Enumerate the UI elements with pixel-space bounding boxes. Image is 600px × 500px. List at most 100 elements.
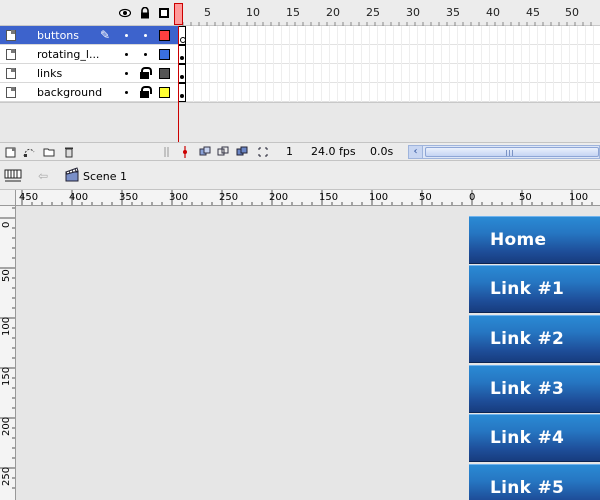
layer-color-swatch[interactable] xyxy=(159,87,170,98)
frame-cells[interactable] xyxy=(178,45,600,64)
layer-row-rotating[interactable]: rotating_l... xyxy=(0,45,178,64)
frame-number: 45 xyxy=(526,6,540,19)
onion-skin-icon[interactable] xyxy=(199,146,211,158)
layer-name: rotating_l... xyxy=(37,48,100,61)
horizontal-ruler-ticks xyxy=(21,190,593,205)
keyframe[interactable] xyxy=(178,83,186,102)
scene-name[interactable]: Scene 1 xyxy=(83,170,127,183)
ruler-label: 250 xyxy=(219,192,239,203)
nav-button-link-4[interactable]: Link #4 xyxy=(469,414,600,462)
ruler-label: 350 xyxy=(119,192,139,203)
frame-cells[interactable] xyxy=(178,64,600,83)
frame-number: 20 xyxy=(326,6,340,19)
outline-icon[interactable] xyxy=(158,7,170,19)
nav-button-link-3[interactable]: Link #3 xyxy=(469,365,600,413)
horizontal-ruler[interactable]: 450 400 350 300 250 200 150 100 50 0 50 … xyxy=(16,190,600,206)
layer-icon xyxy=(5,67,17,79)
insert-layer-icon[interactable] xyxy=(5,146,17,158)
ruler-label: 100 xyxy=(369,192,389,203)
frame-number: 5 xyxy=(204,6,211,19)
motion-guide-icon[interactable] xyxy=(23,146,35,158)
ruler-label: 50 xyxy=(419,192,432,203)
nav-button-link-5[interactable]: Link #5 xyxy=(469,464,600,500)
scene-clapper-icon xyxy=(65,167,79,182)
timeline-toggle-icon[interactable] xyxy=(4,167,22,183)
nav-button-label: Link #1 xyxy=(490,279,565,299)
vertical-ruler[interactable]: 0 50 100 150 200 250 xyxy=(0,206,16,500)
nav-button-label: Link #3 xyxy=(490,379,565,399)
layer-row-buttons[interactable]: buttons ✎ xyxy=(0,26,178,45)
lock-icon[interactable] xyxy=(140,86,152,98)
timeline-footer: 1 24.0 fps 0.0s ‹ xyxy=(0,142,600,160)
layer-row-links[interactable]: links xyxy=(0,64,178,83)
playhead[interactable] xyxy=(174,3,183,25)
frame-number: 10 xyxy=(246,6,260,19)
visibility-dot[interactable] xyxy=(125,34,128,37)
delete-layer-icon[interactable] xyxy=(63,146,75,158)
frame-row[interactable] xyxy=(178,64,600,83)
lock-icon[interactable] xyxy=(139,7,151,19)
nav-button-link-2[interactable]: Link #2 xyxy=(469,315,600,363)
lock-dot[interactable] xyxy=(144,34,147,37)
insert-folder-icon[interactable] xyxy=(43,146,55,158)
layer-list: buttons ✎ rotating_l... links background xyxy=(0,26,178,102)
visibility-dot[interactable] xyxy=(125,72,128,75)
elapsed-time-readout: 0.0s xyxy=(370,145,394,158)
lock-dot[interactable] xyxy=(144,53,147,56)
layer-name: buttons xyxy=(37,29,80,42)
keyframe[interactable] xyxy=(178,64,186,83)
layer-color-swatch[interactable] xyxy=(159,49,170,60)
eye-icon[interactable] xyxy=(119,7,131,19)
ruler-label: 450 xyxy=(19,192,39,203)
nav-button-link-1[interactable]: Link #1 xyxy=(469,265,600,313)
timeline-horizontal-scrollbar[interactable]: ‹ xyxy=(408,145,600,159)
edit-multiple-frames-icon[interactable] xyxy=(236,146,248,158)
frame-grid[interactable] xyxy=(178,26,600,102)
layer-color-swatch[interactable] xyxy=(159,68,170,79)
panel-gripper-icon[interactable] xyxy=(162,146,174,158)
frame-number: 50 xyxy=(565,6,579,19)
pencil-icon: ✎ xyxy=(100,28,111,42)
layer-name: links xyxy=(37,67,63,80)
center-frame-icon[interactable] xyxy=(179,146,191,158)
ruler-label: 200 xyxy=(269,192,289,203)
frame-row[interactable] xyxy=(178,26,600,45)
visibility-dot[interactable] xyxy=(125,91,128,94)
ruler-label: 150 xyxy=(319,192,339,203)
flash-editor: 1 5 10 15 20 25 30 35 40 45 50 xyxy=(0,0,600,500)
lock-icon[interactable] xyxy=(140,67,152,79)
layer-icon xyxy=(5,48,17,60)
ruler-label: 0 xyxy=(1,221,12,228)
frame-ruler-ticks xyxy=(182,22,592,26)
modify-onion-markers-icon[interactable] xyxy=(257,146,269,158)
ruler-label: 50 xyxy=(1,269,12,282)
frame-cells[interactable] xyxy=(178,83,600,102)
ruler-label: 150 xyxy=(1,366,12,386)
ruler-label: 300 xyxy=(169,192,189,203)
visibility-dot[interactable] xyxy=(125,53,128,56)
scroll-left-arrow-icon[interactable]: ‹ xyxy=(409,146,423,158)
scroll-thumb[interactable] xyxy=(425,147,599,157)
stage-canvas[interactable]: Home Link #1 Link #2 Link #3 Link #4 Lin… xyxy=(17,207,600,500)
frame-row[interactable] xyxy=(178,83,600,102)
vertical-ruler-ticks xyxy=(0,207,15,489)
frame-rate-readout[interactable]: 24.0 fps xyxy=(311,145,356,158)
nav-button-label: Link #4 xyxy=(490,428,565,448)
frame-row[interactable] xyxy=(178,45,600,64)
keyframe[interactable] xyxy=(178,45,186,64)
layer-row-background[interactable]: background xyxy=(0,83,178,102)
back-arrow-icon[interactable]: ⇦ xyxy=(38,169,48,183)
layer-icon xyxy=(5,86,17,98)
playhead-line xyxy=(178,26,179,142)
layer-color-swatch[interactable] xyxy=(159,30,170,41)
frame-cells[interactable] xyxy=(178,26,600,45)
layer-icon xyxy=(5,29,17,41)
frame-number: 25 xyxy=(366,6,380,19)
empty-keyframe[interactable] xyxy=(178,26,186,45)
ruler-label: 0 xyxy=(469,192,476,203)
nav-button-home[interactable]: Home xyxy=(469,216,600,264)
ruler-label: 50 xyxy=(519,192,532,203)
onion-skin-outlines-icon[interactable] xyxy=(217,146,229,158)
frame-number: 15 xyxy=(286,6,300,19)
nav-button-label: Link #2 xyxy=(490,329,565,349)
